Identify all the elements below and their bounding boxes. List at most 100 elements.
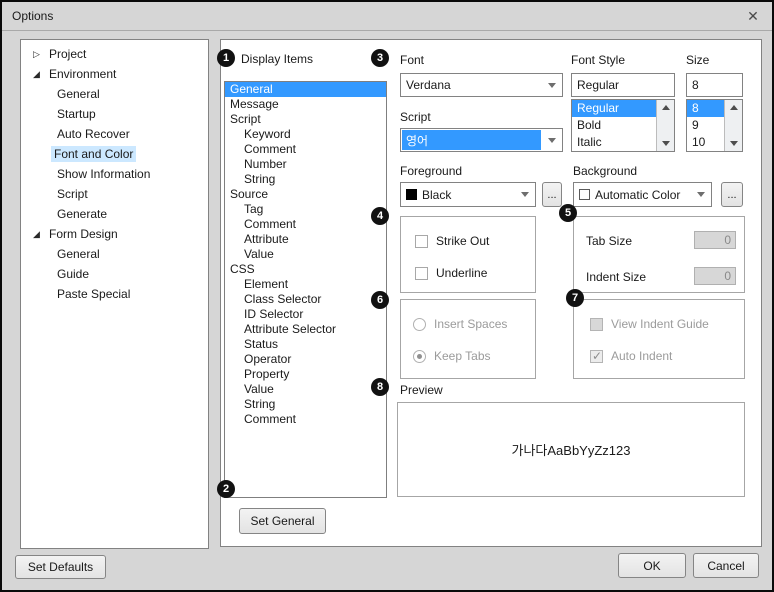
display-item-value[interactable]: Value — [225, 247, 386, 262]
display-item-css[interactable]: CSS — [225, 262, 386, 277]
scroll-down-icon[interactable] — [657, 136, 674, 151]
font-size-list[interactable]: 8910 — [686, 99, 743, 152]
tree-item-label: Generate — [54, 206, 110, 222]
display-item-value[interactable]: Value — [225, 382, 386, 397]
display-item-string[interactable]: String — [225, 172, 386, 187]
scroll-up-icon[interactable] — [725, 100, 742, 115]
script-combobox[interactable]: 영어 — [400, 128, 563, 152]
display-item-property[interactable]: Property — [225, 367, 386, 382]
tree-item-general[interactable]: General — [21, 244, 208, 264]
automatic-color-swatch — [579, 189, 590, 200]
display-item-string[interactable]: String — [225, 397, 386, 412]
tab-size-input: 0 — [694, 231, 736, 249]
display-item-comment[interactable]: Comment — [225, 412, 386, 427]
display-items-list[interactable]: GeneralMessageScriptKeywordCommentNumber… — [224, 81, 387, 498]
tree-item-environment[interactable]: ◢Environment — [21, 64, 208, 84]
tree-item-auto-recover[interactable]: Auto Recover — [21, 124, 208, 144]
close-icon[interactable]: ✕ — [742, 6, 764, 26]
font-style-scrollbar[interactable] — [656, 100, 674, 151]
font-size-scrollbar[interactable] — [724, 100, 742, 151]
tree-item-generate[interactable]: Generate — [21, 204, 208, 224]
foreground-label: Foreground — [400, 164, 462, 178]
font-style-input[interactable]: Regular — [571, 73, 675, 97]
font-style-list[interactable]: RegularBoldItalic — [571, 99, 675, 152]
tree-item-project[interactable]: ▷Project — [21, 44, 208, 64]
display-item-script[interactable]: Script — [225, 112, 386, 127]
tree-item-form-design[interactable]: ◢Form Design — [21, 224, 208, 244]
insert-spaces-label: Insert Spaces — [434, 317, 507, 331]
chevron-down-icon — [515, 192, 535, 197]
callout-badge-3: 3 — [371, 49, 389, 67]
foreground-more-button[interactable]: ... — [542, 182, 562, 207]
set-defaults-button[interactable]: Set Defaults — [15, 555, 106, 579]
display-item-source[interactable]: Source — [225, 187, 386, 202]
scroll-up-icon[interactable] — [657, 100, 674, 115]
display-item-element[interactable]: Element — [225, 277, 386, 292]
display-item-number[interactable]: Number — [225, 157, 386, 172]
callout-badge-8: 8 — [371, 378, 389, 396]
whitespace-group: Insert Spaces Keep Tabs — [400, 299, 536, 379]
display-item-id-selector[interactable]: ID Selector — [225, 307, 386, 322]
font-size-option-10[interactable]: 10 — [687, 134, 725, 151]
display-item-comment[interactable]: Comment — [225, 217, 386, 232]
collapsed-icon[interactable]: ▷ — [30, 49, 43, 60]
ok-button[interactable]: OK — [618, 553, 686, 578]
cancel-button[interactable]: Cancel — [693, 553, 759, 578]
tree-item-script[interactable]: Script — [21, 184, 208, 204]
font-style-label: Font Style — [571, 53, 625, 67]
tree-item-paste-special[interactable]: Paste Special — [21, 284, 208, 304]
display-item-class-selector[interactable]: Class Selector — [225, 292, 386, 307]
tree-item-startup[interactable]: Startup — [21, 104, 208, 124]
expanded-icon[interactable]: ◢ — [30, 69, 43, 80]
display-item-operator[interactable]: Operator — [225, 352, 386, 367]
font-size-option-9[interactable]: 9 — [687, 117, 725, 134]
tree-item-general[interactable]: General — [21, 84, 208, 104]
font-value: Verdana — [401, 78, 542, 92]
font-size-input[interactable]: 8 — [686, 73, 743, 97]
view-indent-guide-checkbox — [590, 318, 603, 331]
tree-item-label: Script — [54, 186, 91, 202]
font-size-option-8[interactable]: 8 — [687, 100, 725, 117]
auto-indent-checkbox — [590, 350, 603, 363]
font-label: Font — [400, 53, 424, 67]
background-combobox[interactable]: Automatic Color — [573, 182, 712, 207]
background-label: Background — [573, 164, 637, 178]
display-item-general[interactable]: General — [225, 82, 386, 97]
tree-item-show-information[interactable]: Show Information — [21, 164, 208, 184]
preview-box: 가나다AaBbYyZz123 — [397, 402, 745, 497]
window-title: Options — [12, 9, 53, 23]
display-item-tag[interactable]: Tag — [225, 202, 386, 217]
tree-item-guide[interactable]: Guide — [21, 264, 208, 284]
callout-badge-1: 1 — [217, 49, 235, 67]
indent-size-label: Indent Size — [586, 270, 646, 284]
display-item-keyword[interactable]: Keyword — [225, 127, 386, 142]
title-bar: Options ✕ — [2, 2, 772, 31]
font-color-page: Display Items GeneralMessageScriptKeywor… — [220, 39, 762, 547]
background-more-button[interactable]: ... — [721, 182, 743, 207]
display-item-message[interactable]: Message — [225, 97, 386, 112]
font-style-option-bold[interactable]: Bold — [572, 117, 657, 134]
tree-item-font-and-color[interactable]: Font and Color — [21, 144, 208, 164]
display-item-status[interactable]: Status — [225, 337, 386, 352]
set-general-button[interactable]: Set General — [239, 508, 326, 534]
chevron-down-icon — [542, 83, 562, 88]
display-item-attribute-selector[interactable]: Attribute Selector — [225, 322, 386, 337]
effects-group: Strike Out Underline — [400, 216, 536, 293]
background-value: Automatic Color — [590, 188, 691, 202]
script-selected-value: 영어 — [402, 130, 541, 150]
display-item-comment[interactable]: Comment — [225, 142, 386, 157]
strike-out-checkbox[interactable] — [415, 235, 428, 248]
foreground-combobox[interactable]: Black — [400, 182, 536, 207]
underline-checkbox[interactable] — [415, 267, 428, 280]
options-dialog: Options ✕ ▷Project◢EnvironmentGeneralSta… — [0, 0, 774, 592]
font-style-option-italic[interactable]: Italic — [572, 134, 657, 151]
display-item-attribute[interactable]: Attribute — [225, 232, 386, 247]
tree-item-label: Project — [46, 46, 89, 62]
script-label: Script — [400, 110, 431, 124]
callout-badge-5: 5 — [559, 204, 577, 222]
font-style-option-regular[interactable]: Regular — [572, 100, 657, 117]
scroll-down-icon[interactable] — [725, 136, 742, 151]
expanded-icon[interactable]: ◢ — [30, 229, 43, 240]
font-combobox[interactable]: Verdana — [400, 73, 563, 97]
underline-label: Underline — [436, 266, 487, 280]
